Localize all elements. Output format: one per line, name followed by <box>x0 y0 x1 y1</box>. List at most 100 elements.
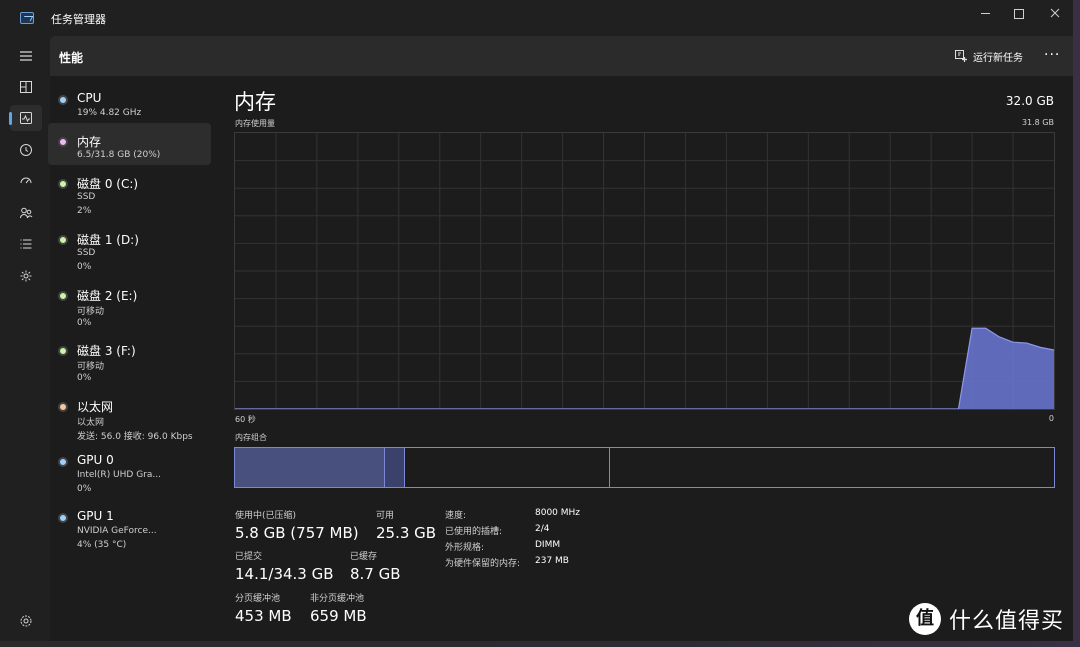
spec-slots-value: 2/4 <box>535 524 550 534</box>
stat-cached: 已缓存 8.7 GB <box>350 549 401 583</box>
memory-usage-graph <box>235 133 1054 409</box>
spec-hardware-reserved-label: 为硬件保留的内存: <box>445 559 521 569</box>
nav-users[interactable] <box>10 200 42 226</box>
more-options-icon[interactable]: ··· <box>1044 48 1060 62</box>
watermark-text: 什么值得买 <box>949 609 1065 634</box>
users-icon <box>20 207 33 219</box>
spec-form-factor: 外形规格: DIMM <box>445 540 560 553</box>
spec-slots: 已使用的插槽: 2/4 <box>445 524 549 537</box>
device-status-dot-icon <box>58 137 68 147</box>
spec-form-factor-value: DIMM <box>535 540 561 550</box>
device-item[interactable]: 磁盘 0 (C:) SSD 2% <box>48 165 211 221</box>
device-item[interactable]: 以太网 以太网 发送: 56.0 接收: 96.0 Kbps <box>48 388 211 444</box>
nav-app-history[interactable] <box>10 137 42 163</box>
processes-icon <box>20 81 32 93</box>
device-item[interactable]: 磁盘 3 (F:) 可移动 0% <box>48 332 211 388</box>
stat-available: 可用 25.3 GB <box>376 508 436 542</box>
watermark-logo: 值 <box>909 603 941 635</box>
device-usage: 0% <box>77 373 92 383</box>
close-button[interactable] <box>1038 4 1072 22</box>
device-detail: 可移动 <box>77 362 105 372</box>
nav-settings[interactable] <box>10 608 42 634</box>
close-icon <box>1050 8 1060 18</box>
device-item[interactable]: GPU 1 NVIDIA GeForce... 4% (35 °C) <box>48 499 211 555</box>
services-icon <box>20 270 32 282</box>
details-icon <box>20 239 32 249</box>
device-usage: 0% <box>77 318 92 328</box>
stat-committed-label: 已提交 <box>235 552 263 562</box>
nav-startup-apps[interactable] <box>10 168 42 194</box>
stat-committed-value: 14.1/34.3 GB <box>235 565 334 583</box>
menu-icon <box>20 51 32 61</box>
content-area: CPU 19% 4.82 GHz 内存 6.5/31.8 GB (20%) 磁盘 0 (… <box>48 76 1073 641</box>
stat-in-use: 使用中(已压缩) 5.8 GB (757 MB) <box>235 508 359 542</box>
page-header: 性能 运行新任务 ··· <box>50 36 1073 76</box>
run-new-task-button[interactable]: 运行新任务 <box>955 48 1023 64</box>
device-usage: 0% <box>77 484 92 494</box>
nav-services[interactable] <box>10 263 42 289</box>
run-new-task-label: 运行新任务 <box>973 52 1023 64</box>
device-name: 磁盘 3 (F:) <box>77 344 136 358</box>
device-name: 磁盘 0 (C:) <box>77 177 139 191</box>
spec-hardware-reserved-value: 237 MB <box>535 556 569 566</box>
nav-performance[interactable] <box>9 105 42 131</box>
spec-hardware-reserved: 为硬件保留的内存: 237 MB <box>445 556 569 569</box>
task-manager-window: 任务管理器 性能 运行新任务 ··· CPU 19% 4.82 GHz 内存 6… <box>0 0 1073 641</box>
memory-composition-label: 内存组合 <box>235 433 267 442</box>
device-item[interactable]: 磁盘 1 (D:) SSD 0% <box>48 221 211 277</box>
composition-in-use <box>235 448 385 487</box>
device-name: CPU <box>77 91 102 105</box>
device-list: CPU 19% 4.82 GHz 内存 6.5/31.8 GB (20%) 磁盘 0 (… <box>48 76 215 641</box>
stat-paged-pool-value: 453 MB <box>235 607 292 625</box>
nav-processes[interactable] <box>10 74 42 100</box>
device-usage: 0% <box>77 262 92 272</box>
menu-button[interactable] <box>10 43 42 69</box>
device-status-dot-icon <box>58 402 68 412</box>
startup-icon <box>20 177 32 184</box>
axis-right-label: 0 <box>1048 414 1054 423</box>
maximize-button[interactable] <box>1002 4 1036 22</box>
task-manager-app-icon <box>20 12 34 24</box>
memory-panel: 内存 32.0 GB 内存使用量 31.8 GB 60 秒 0 内存组合 使用中… <box>234 76 1064 641</box>
device-detail: Intel(R) UHD Gra... <box>77 470 161 480</box>
new-task-icon <box>955 50 967 62</box>
device-detail: 6.5/31.8 GB (20%) <box>77 150 161 160</box>
stat-cached-value: 8.7 GB <box>350 565 401 583</box>
nav-details[interactable] <box>10 231 42 257</box>
stat-available-value: 25.3 GB <box>376 524 437 542</box>
memory-usage-label: 内存使用量 <box>235 119 275 128</box>
stat-paged-pool-label: 分页缓冲池 <box>235 594 281 604</box>
window-title: 任务管理器 <box>51 13 106 26</box>
composition-standby <box>405 448 611 487</box>
device-status-dot-icon <box>58 513 68 523</box>
history-icon <box>20 144 32 156</box>
device-detail: 19% 4.82 GHz <box>77 108 142 118</box>
title-bar[interactable]: 任务管理器 <box>0 0 1073 36</box>
spec-speed-value: 8000 MHz <box>535 508 581 518</box>
stat-in-use-label: 使用中(已压缩) <box>235 511 297 521</box>
spec-form-factor-label: 外形规格: <box>445 543 485 553</box>
spec-speed: 速度: 8000 MHz <box>445 508 580 521</box>
device-item[interactable]: 内存 6.5/31.8 GB (20%) <box>48 123 211 165</box>
device-item[interactable]: CPU 19% 4.82 GHz <box>48 81 211 123</box>
performance-icon <box>20 112 32 124</box>
device-usage: 4% (35 °C) <box>77 540 127 550</box>
minimize-button[interactable] <box>968 4 1002 22</box>
memory-usage-chart <box>234 132 1055 410</box>
device-detail: SSD <box>77 192 96 202</box>
navigation-rail <box>0 36 50 641</box>
stat-paged-pool: 分页缓冲池 453 MB <box>235 591 292 625</box>
device-item[interactable]: GPU 0 Intel(R) UHD Gra... 0% <box>48 443 211 499</box>
memory-total: 32.0 GB <box>1005 94 1054 108</box>
device-detail: SSD <box>77 248 96 258</box>
smzdm-watermark: 值 什么值得买 <box>909 603 1064 635</box>
stat-in-use-value: 5.8 GB (757 MB) <box>235 524 359 542</box>
page-title: 性能 <box>59 51 84 65</box>
settings-icon <box>20 615 32 627</box>
device-name: GPU 1 <box>77 509 114 523</box>
device-name: GPU 0 <box>77 453 114 467</box>
device-status-dot-icon <box>58 179 68 189</box>
device-item[interactable]: 磁盘 2 (E:) 可移动 0% <box>48 277 211 333</box>
stat-nonpaged-pool-label: 非分页缓冲池 <box>310 594 365 604</box>
axis-left-label: 60 秒 <box>235 415 256 424</box>
